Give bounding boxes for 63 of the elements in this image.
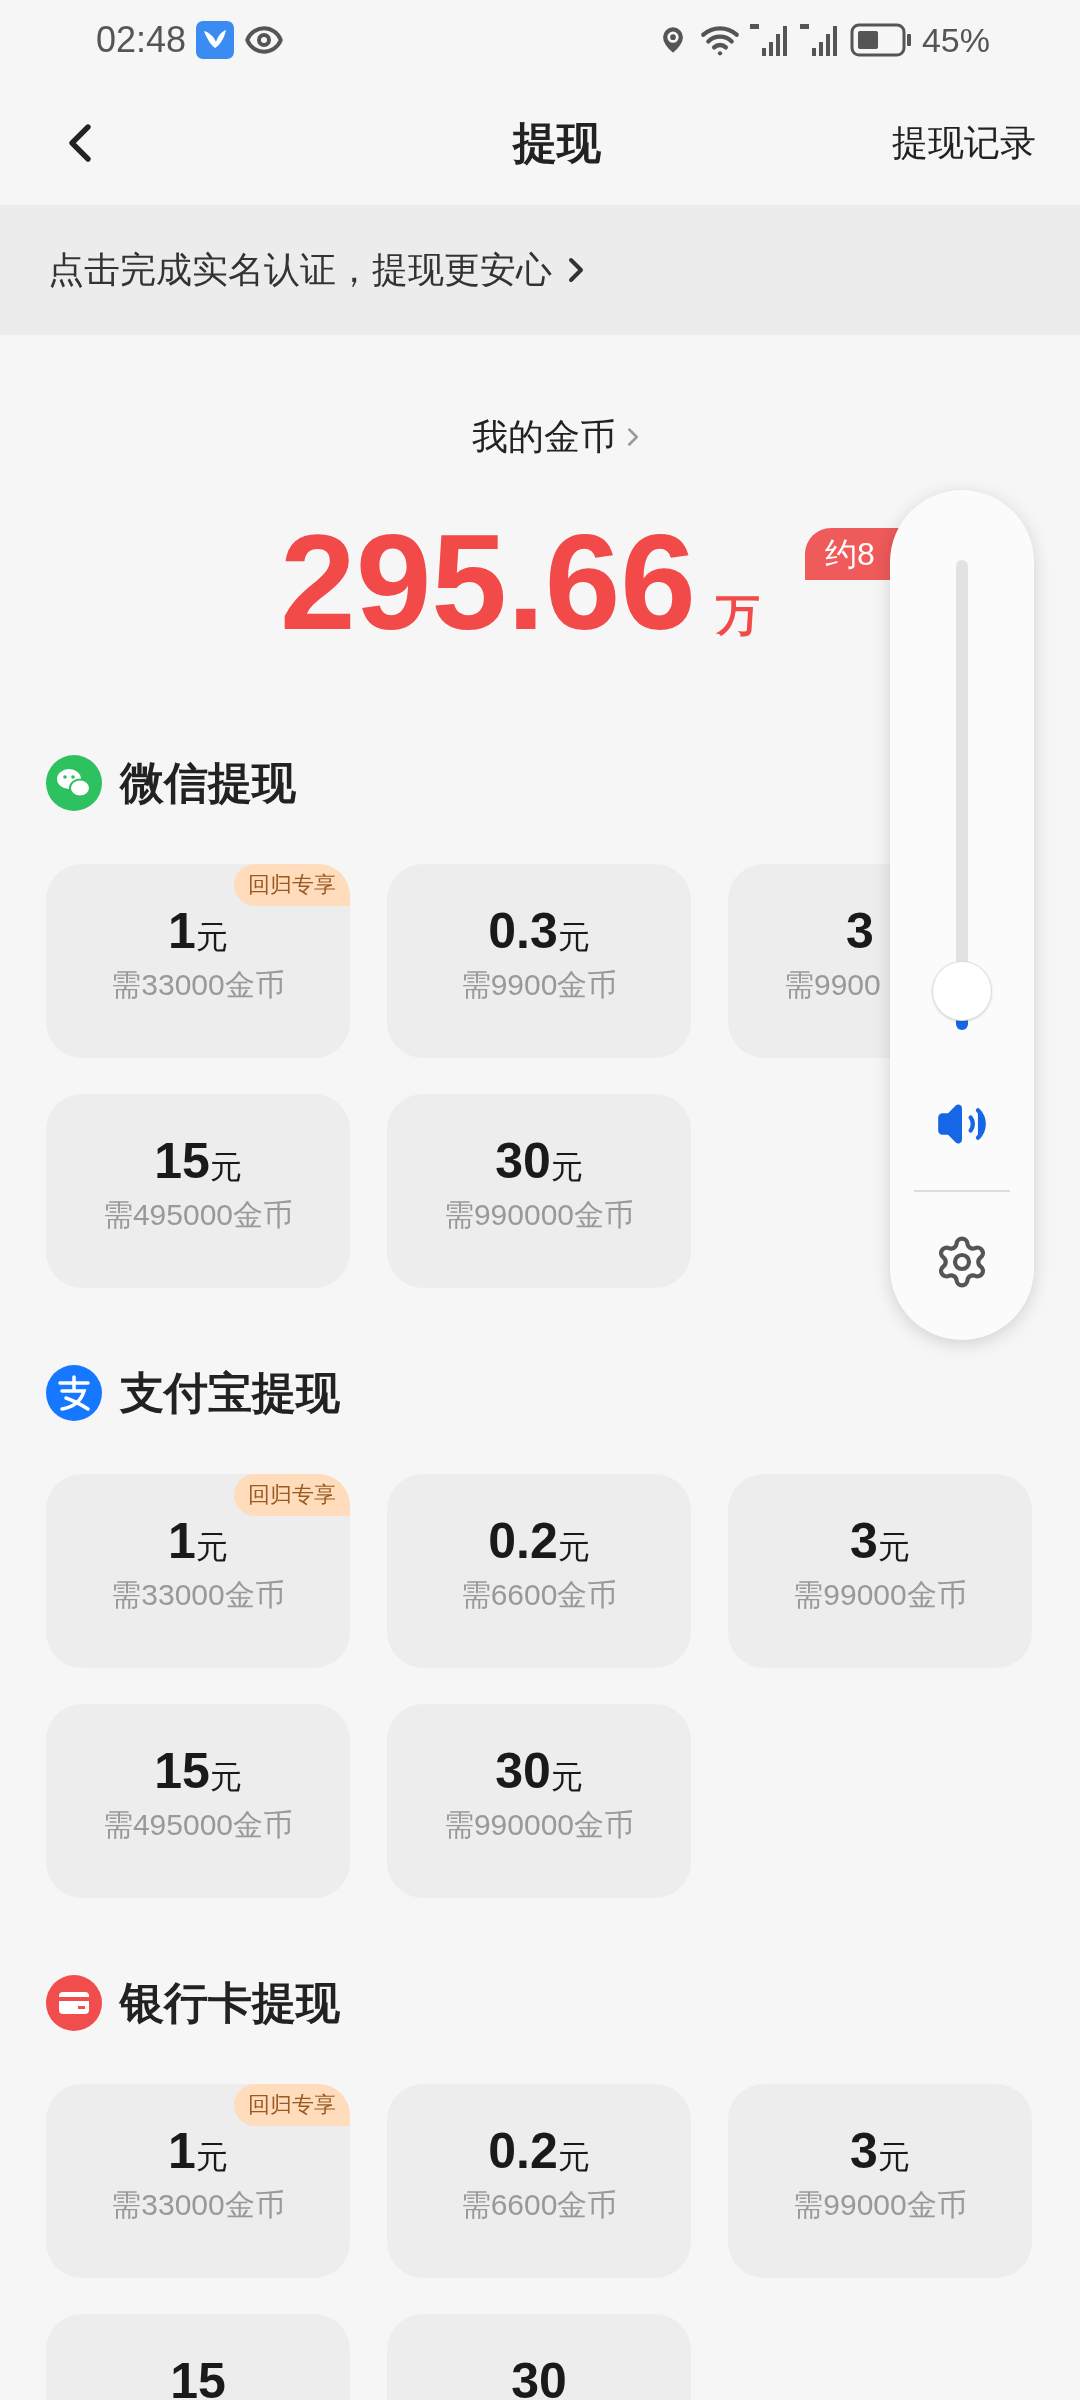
coin-cost: 需99000金币 [793, 1577, 967, 1613]
return-tag: 回归专享 [234, 864, 350, 906]
card-icon [46, 1975, 102, 2031]
status-time: 02:48 [96, 18, 187, 62]
return-tag: 回归专享 [234, 2084, 350, 2126]
chat-bubbles-icon [46, 755, 102, 811]
amount-option[interactable]: 回归专享 1元 需33000金币 [46, 864, 350, 1058]
coin-cost: 需99000金币 [793, 2187, 967, 2223]
payment-logo-icon [46, 1365, 102, 1421]
coin-cost: 需33000金币 [111, 1577, 285, 1613]
coin-cost: 需990000金币 [443, 1807, 635, 1843]
amount-option[interactable]: 30元 需990000金币 [387, 1094, 691, 1288]
amount-option[interactable]: 3元 需99000金币 [728, 2084, 1032, 2278]
amount-text: 0.2元 [488, 1516, 590, 1566]
section-title: 支付宝提现 [120, 1367, 340, 1419]
verification-banner[interactable]: 点击完成实名认证，提现更安心 [0, 205, 1080, 335]
amount-option[interactable]: 15元 需495000金币 [46, 1094, 350, 1288]
coin-cost: 需9900金币 [460, 967, 618, 1003]
amount-option[interactable]: 30元 需990000金币 [387, 1704, 691, 1898]
amount-text: 30元 [495, 1136, 583, 1186]
coin-balance-label[interactable]: 我的金币 [472, 410, 616, 464]
amount-option[interactable]: 0.3元 需9900金币 [387, 864, 691, 1058]
coin-cost: 需990000金币 [443, 1197, 635, 1233]
amount-text: 3 [846, 906, 874, 956]
coin-cost: 需495000金币 [102, 1807, 294, 1843]
amount-text: 15元 [154, 1746, 242, 1796]
battery-icon [849, 23, 912, 57]
coin-cost: 需33000金币 [111, 2187, 285, 2223]
amount-text: 3元 [850, 1516, 910, 1566]
return-tag: 回归专享 [234, 1474, 350, 1516]
signal-icon [799, 22, 840, 58]
section-title: 微信提现 [120, 757, 296, 809]
amount-option[interactable]: 0.2元 需6600金币 [387, 2084, 691, 2278]
amount-text: 1元 [168, 2126, 228, 2176]
battery-percent: 45% [921, 19, 990, 61]
amount-text: 30元 [495, 1746, 583, 1796]
coin-cost: 需6600金币 [460, 2187, 618, 2223]
signal-icon [749, 22, 790, 58]
amount-option[interactable]: 15 [46, 2314, 350, 2400]
coin-cost: 需33000金币 [111, 967, 285, 1003]
coin-amount: 295.66 [280, 514, 696, 650]
amount-text: 3元 [850, 2126, 910, 2176]
amount-text: 0.3元 [488, 906, 590, 956]
amount-text: 1元 [168, 906, 228, 956]
coin-cost: 需495000金币 [102, 1197, 294, 1233]
page-title: 提现 [511, 116, 601, 169]
amount-option[interactable]: 0.2元 需6600金币 [387, 1474, 691, 1668]
amount-text: 0.2元 [488, 2126, 590, 2176]
amount-option[interactable]: 回归专享 1元 需33000金币 [46, 2084, 350, 2278]
coin-cost: 需6600金币 [460, 1577, 618, 1613]
slider-thumb[interactable] [932, 960, 992, 1021]
amount-text: 15元 [154, 1136, 242, 1186]
unit-label: 万 [716, 589, 760, 641]
withdraw-history-link[interactable]: 提现记录 [892, 115, 1036, 170]
amount-option[interactable]: 30 [387, 2314, 691, 2400]
coin-cost: 需9900 [784, 967, 881, 1003]
amount-text: 1元 [168, 1516, 228, 1566]
section-title: 银行卡提现 [120, 1977, 340, 2029]
amount-text: 30 [511, 2356, 567, 2400]
amount-text: 15 [170, 2356, 226, 2400]
amount-option[interactable]: 回归专享 1元 需33000金币 [46, 1474, 350, 1668]
amount-option[interactable]: 3元 需99000金币 [728, 1474, 1032, 1668]
amount-option[interactable]: 15元 需495000金币 [46, 1704, 350, 1898]
